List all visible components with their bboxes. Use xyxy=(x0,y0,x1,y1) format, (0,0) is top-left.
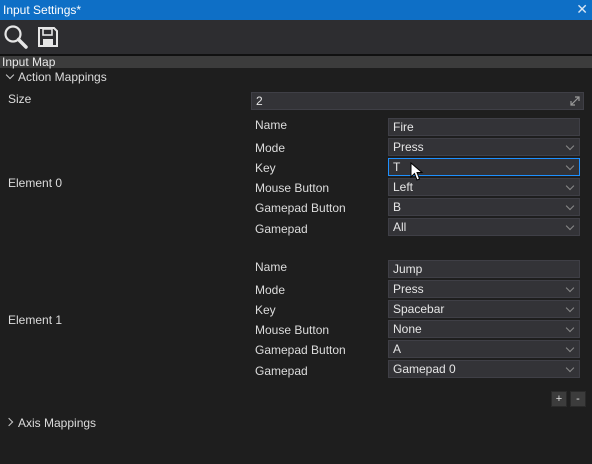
gamepad-label: Gamepad xyxy=(255,364,308,378)
toolbar xyxy=(0,20,592,54)
size-field[interactable]: 2 xyxy=(251,92,584,110)
axis-mappings-label[interactable]: Axis Mappings xyxy=(18,416,96,430)
chevron-down-icon xyxy=(565,343,575,353)
name-value: Fire xyxy=(393,120,414,134)
mouse-button-dropdown[interactable]: None xyxy=(388,320,580,338)
gamepad-button-value: B xyxy=(393,200,402,214)
mode-label: Mode xyxy=(255,283,286,297)
chevron-down-icon xyxy=(565,221,575,231)
gamepad-button-dropdown[interactable]: B xyxy=(388,198,580,216)
mouse-button-label: Mouse Button xyxy=(255,323,330,337)
size-value: 2 xyxy=(256,94,263,108)
gamepad-value: All xyxy=(393,220,407,234)
element-label: Element 1 xyxy=(8,313,63,327)
action-mappings-label[interactable]: Action Mappings xyxy=(18,70,107,84)
mouse-button-value: Left xyxy=(393,180,414,194)
name-input[interactable]: Jump xyxy=(388,260,580,278)
mouse-button-label: Mouse Button xyxy=(255,181,330,195)
key-value: Spacebar xyxy=(393,302,445,316)
key-label: Key xyxy=(255,303,276,317)
size-label: Size xyxy=(8,92,32,106)
expand-icon[interactable] xyxy=(570,96,580,106)
save-icon[interactable] xyxy=(37,26,59,48)
key-label: Key xyxy=(255,161,276,175)
key-dropdown[interactable]: Spacebar xyxy=(388,300,580,318)
chevron-down-icon xyxy=(565,303,575,313)
chevron-down-icon xyxy=(565,323,575,333)
chevron-down-icon xyxy=(565,181,575,191)
mode-dropdown[interactable]: Press xyxy=(388,280,580,298)
remove-element-button[interactable]: - xyxy=(570,391,586,407)
gamepad-button-dropdown[interactable]: A xyxy=(388,340,580,358)
chevron-down-icon xyxy=(565,283,575,293)
name-label: Name xyxy=(255,260,288,274)
name-label: Name xyxy=(255,118,288,132)
name-value: Jump xyxy=(393,262,423,276)
gamepad-button-label: Gamepad Button xyxy=(255,201,346,215)
chevron-down-icon xyxy=(565,201,575,211)
window-title: Input Settings* xyxy=(3,3,82,17)
section-header: Input Map xyxy=(0,55,592,69)
mouse-button-value: None xyxy=(393,322,422,336)
add-element-button[interactable]: + xyxy=(551,391,567,407)
element-label: Element 0 xyxy=(8,176,63,190)
close-icon[interactable]: ✕ xyxy=(576,1,588,18)
mode-dropdown[interactable]: Press xyxy=(388,138,580,156)
chevron-down-icon xyxy=(565,141,575,151)
gamepad-label: Gamepad xyxy=(255,222,308,236)
gamepad-button-label: Gamepad Button xyxy=(255,343,346,357)
mode-label: Mode xyxy=(255,141,286,155)
mouse-cursor-icon xyxy=(410,162,424,181)
chevron-down-icon[interactable] xyxy=(5,70,15,80)
gamepad-value: Gamepad 0 xyxy=(393,362,456,376)
gamepad-dropdown[interactable]: Gamepad 0 xyxy=(388,360,580,378)
mode-value: Press xyxy=(393,140,424,154)
title-bar: Input Settings* ✕ xyxy=(0,0,592,20)
gamepad-button-value: A xyxy=(393,342,402,356)
section-title: Input Map xyxy=(2,55,56,69)
name-input[interactable]: Fire xyxy=(388,118,580,136)
search-icon[interactable] xyxy=(3,24,29,50)
chevron-down-icon xyxy=(565,363,575,373)
chevron-down-icon xyxy=(565,161,575,171)
mode-value: Press xyxy=(393,282,424,296)
gamepad-dropdown[interactable]: All xyxy=(388,218,580,236)
key-value: T xyxy=(393,160,401,174)
chevron-right-icon[interactable] xyxy=(4,417,14,427)
